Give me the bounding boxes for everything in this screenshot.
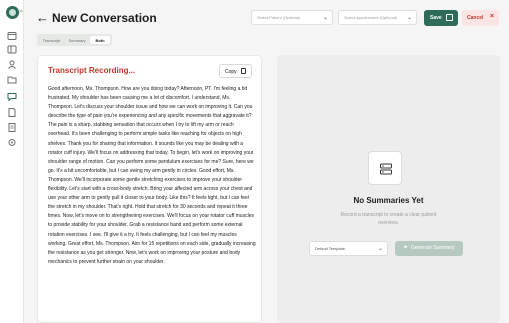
copy-button-label: Copy [225,69,237,75]
transcript-recording-title: Transcript Recording... [48,66,136,75]
chevron-down-icon: ⌄ [377,246,383,252]
template-select-value: Default Template [315,246,345,251]
chat-icon[interactable] [3,89,21,104]
appointment-select-placeholder: Select Appointment (Optional) [344,15,398,20]
patient-select-placeholder: Select Patient (Optional) [257,15,301,20]
tab-summary[interactable]: Summary [64,36,90,44]
summary-panel: No Summaries Yet Record a transcript to … [277,55,500,323]
users-icon[interactable] [7,60,17,69]
save-icon [446,14,453,21]
copy-icon [241,68,246,74]
folder-icon[interactable] [7,75,17,84]
transcript-text: Good afternoon, Ms. Thompson. How are yo… [48,86,256,265]
sidebar: » [0,0,24,323]
tab-transcript[interactable]: Transcript [39,36,64,44]
template-select[interactable]: Default Template ⌄ [309,241,388,256]
sparkle-icon: ✦ [403,245,409,251]
server-icon [368,151,402,185]
settings-icon[interactable] [7,138,17,147]
copy-button[interactable]: Copy [219,64,252,78]
appointment-select[interactable]: Select Appointment (Optional) ⌄ [338,10,417,25]
empty-state-heading: No Summaries Yet [353,196,424,205]
generate-summary-label: Generate Summary [411,245,455,251]
view-tabs: Transcript Summary Both [37,34,112,46]
dashboard-icon[interactable] [7,45,17,54]
document-icon[interactable] [7,108,17,117]
chevron-down-icon: ⌄ [322,15,328,21]
close-icon: × [489,13,494,20]
tab-both[interactable]: Both [90,36,110,44]
empty-state-hint: Record a transcript to create a clear pa… [340,212,437,226]
save-button-label: Save [430,15,442,21]
page-title: New Conversation [52,11,157,25]
expand-sidebar-icon[interactable]: » [19,8,23,15]
chevron-down-icon: ⌄ [406,15,412,21]
save-button[interactable]: Save [424,10,458,26]
generate-summary-button[interactable]: ✦ Generate Summary [395,241,463,256]
patient-select[interactable]: Select Patient (Optional) ⌄ [251,10,333,25]
report-icon[interactable] [7,123,17,132]
back-arrow-icon[interactable]: ← [36,11,49,24]
calendar-icon[interactable] [7,31,17,40]
transcript-panel: Transcript Recording... Copy Good aftern… [37,55,262,323]
app-logo[interactable] [6,6,19,19]
cancel-button[interactable]: Cancel × [462,10,499,26]
cancel-button-label: Cancel [467,15,484,21]
